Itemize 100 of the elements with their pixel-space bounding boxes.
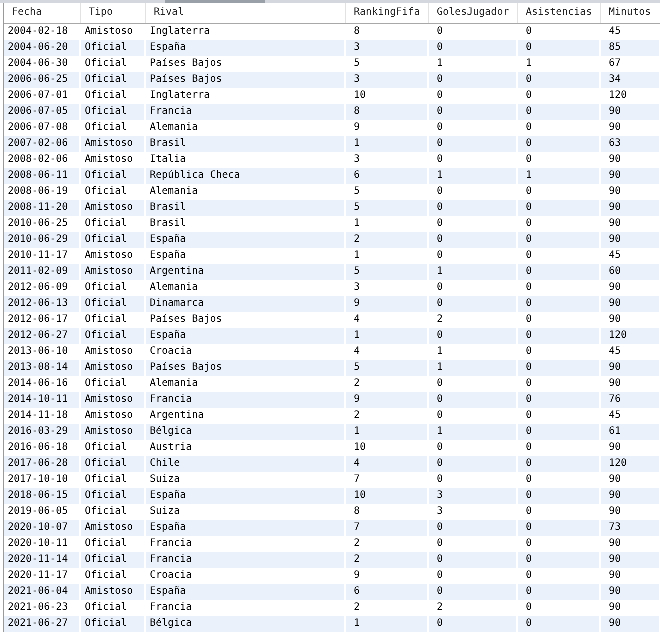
table-cell: 60	[601, 264, 660, 280]
table-cell: 9	[346, 392, 429, 408]
table-cell: España	[146, 40, 346, 56]
table-cell: Oficial	[81, 552, 146, 568]
table-cell: 0	[429, 552, 518, 568]
table-cell: Bélgica	[146, 616, 346, 632]
table-cell: 0	[518, 520, 601, 536]
table-cell: 0	[518, 200, 601, 216]
table-cell: Oficial	[81, 232, 146, 248]
table-cell: 2020-10-07	[4, 520, 81, 536]
table-cell: 0	[518, 72, 601, 88]
table-cell: 2006-06-25	[4, 72, 81, 88]
column-header[interactable]: Tipo	[81, 3, 146, 23]
table-cell: 0	[518, 264, 601, 280]
table-cell: 2014-10-11	[4, 392, 81, 408]
table-cell: 8	[346, 104, 429, 120]
table-cell: 2020-11-14	[4, 552, 81, 568]
table-cell: 1	[429, 264, 518, 280]
table-cell: Francia	[146, 104, 346, 120]
table-cell: Brasil	[146, 136, 346, 152]
table-cell: 1	[429, 168, 518, 184]
table-cell: Dinamarca	[146, 296, 346, 312]
table-cell: 1	[346, 328, 429, 344]
table-cell: 0	[518, 296, 601, 312]
table-cell: 1	[346, 136, 429, 152]
table-cell: 90	[601, 552, 660, 568]
table-cell: 0	[429, 200, 518, 216]
table-cell: 0	[429, 392, 518, 408]
table-cell: Brasil	[146, 200, 346, 216]
table-cell: 2021-06-04	[4, 584, 81, 600]
table-cell: 7	[346, 520, 429, 536]
table-cell: 90	[601, 296, 660, 312]
table-cell: 0	[429, 296, 518, 312]
table-cell: 6	[346, 584, 429, 600]
table-cell: 0	[518, 488, 601, 504]
table-cell: 2012-06-27	[4, 328, 81, 344]
table-cell: 0	[518, 328, 601, 344]
column-header[interactable]: GolesJugador	[429, 3, 518, 23]
table-cell: Chile	[146, 456, 346, 472]
table-cell: España	[146, 584, 346, 600]
table-cell: 0	[518, 40, 601, 56]
scrollbar-thumb[interactable]	[165, 0, 265, 3]
table-cell: Países Bajos	[146, 72, 346, 88]
table-cell: 2007-02-06	[4, 136, 81, 152]
table-cell: 2008-06-11	[4, 168, 81, 184]
table-cell: 120	[601, 328, 660, 344]
table-cell: 0	[518, 456, 601, 472]
table-cell: 90	[601, 104, 660, 120]
table-cell: Países Bajos	[146, 360, 346, 376]
column-header[interactable]: Minutos	[601, 3, 660, 23]
table-cell: 90	[601, 360, 660, 376]
table-cell: 1	[429, 360, 518, 376]
table-cell: 2004-06-20	[4, 40, 81, 56]
table-cell: 0	[518, 616, 601, 632]
table-cell: 0	[518, 136, 601, 152]
table-cell: 2013-08-14	[4, 360, 81, 376]
table-cell: 90	[601, 232, 660, 248]
table-cell: Oficial	[81, 168, 146, 184]
table-cell: 61	[601, 424, 660, 440]
table-cell: 0	[518, 360, 601, 376]
table-cell: 90	[601, 168, 660, 184]
table-cell: 90	[601, 584, 660, 600]
table-cell: 0	[429, 616, 518, 632]
table-cell: 0	[429, 40, 518, 56]
table-cell: Amistoso	[81, 200, 146, 216]
table-cell: 0	[518, 392, 601, 408]
table-cell: 1	[429, 424, 518, 440]
table-cell: 85	[601, 40, 660, 56]
table-cell: 76	[601, 392, 660, 408]
table-cell: 2021-06-27	[4, 616, 81, 632]
table-cell: Amistoso	[81, 424, 146, 440]
table-cell: 3	[429, 488, 518, 504]
table-cell: 2010-06-29	[4, 232, 81, 248]
table-cell: 1	[518, 168, 601, 184]
table-cell: Argentina	[146, 264, 346, 280]
table-cell: 1	[346, 616, 429, 632]
table-cell: Bélgica	[146, 424, 346, 440]
table-cell: 0	[429, 328, 518, 344]
table-cell: Oficial	[81, 104, 146, 120]
table-cell: República Checa	[146, 168, 346, 184]
column-header[interactable]: Fecha	[4, 3, 81, 23]
column-header[interactable]: RankingFifa	[346, 3, 429, 23]
table-cell: 0	[518, 104, 601, 120]
table-cell: Oficial	[81, 488, 146, 504]
table-cell: Francia	[146, 392, 346, 408]
scrollbar[interactable]	[0, 0, 660, 3]
table-cell: 5	[346, 264, 429, 280]
table-cell: 5	[346, 360, 429, 376]
table-cell: 0	[518, 552, 601, 568]
table-cell: 2	[346, 232, 429, 248]
table-cell: 2011-02-09	[4, 264, 81, 280]
table-cell: 73	[601, 520, 660, 536]
table-cell: Amistoso	[81, 584, 146, 600]
table-cell: España	[146, 328, 346, 344]
table-cell: 90	[601, 616, 660, 632]
table-cell: Oficial	[81, 328, 146, 344]
table-cell: 2006-07-05	[4, 104, 81, 120]
column-header[interactable]: Rival	[146, 3, 346, 23]
table-cell: 0	[518, 232, 601, 248]
column-header[interactable]: Asistencias	[518, 3, 601, 23]
